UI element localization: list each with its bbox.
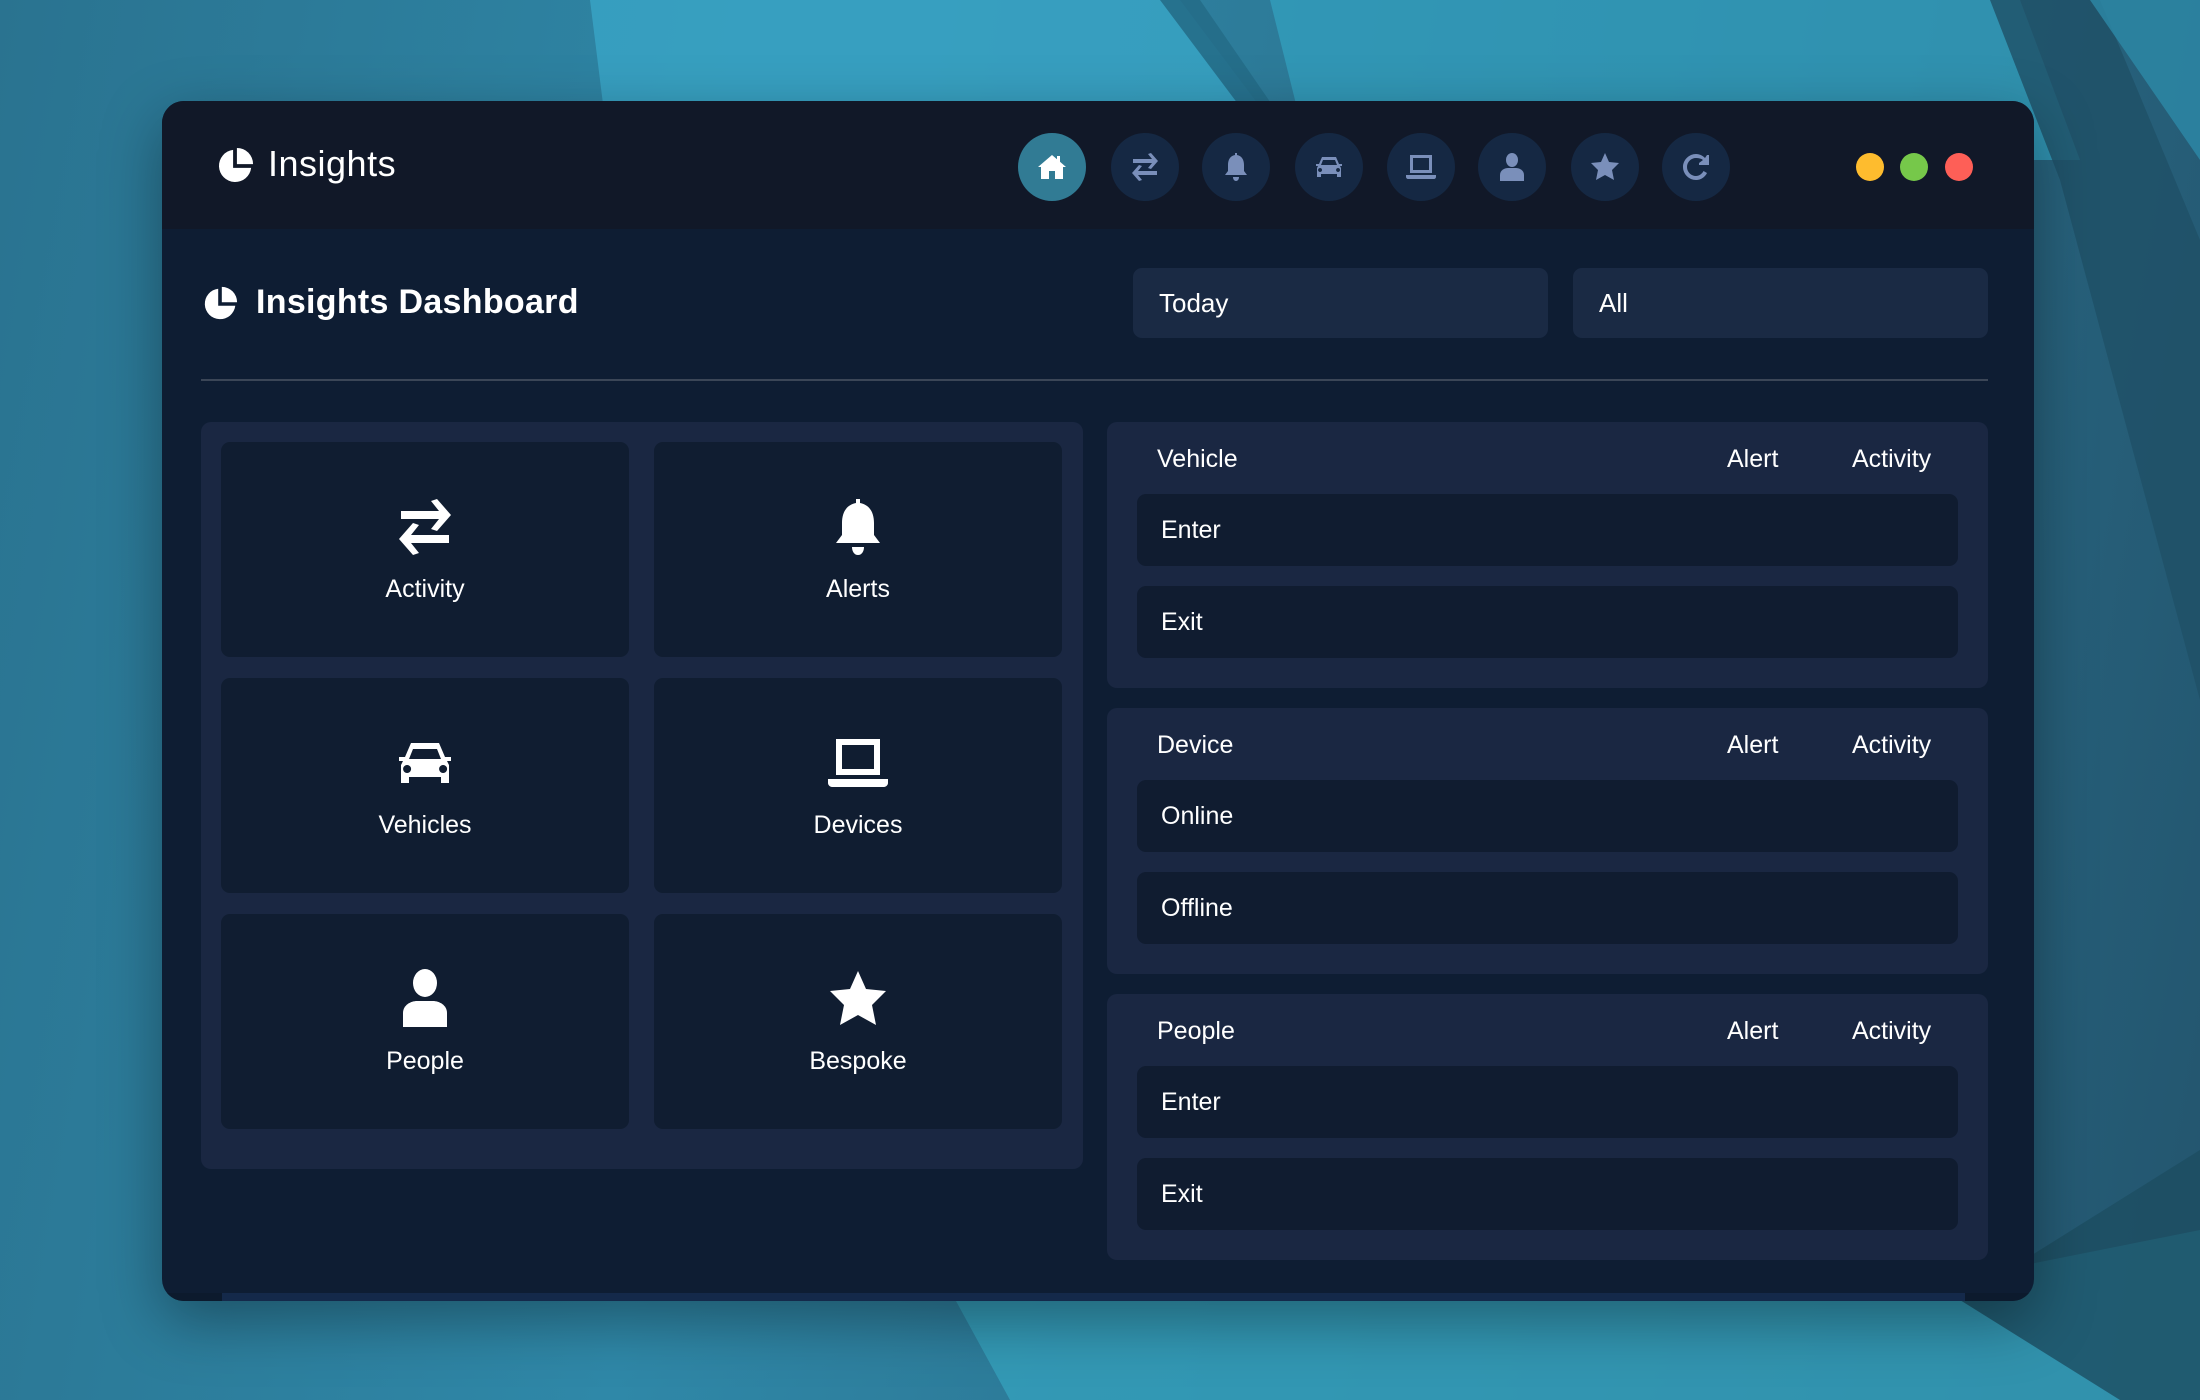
column-header-activity: Activity (1852, 731, 1932, 759)
laptop-icon (828, 739, 888, 787)
title-bar: Insights (162, 101, 2034, 229)
nav-devices-button[interactable] (1387, 133, 1455, 201)
tile-bespoke[interactable]: Bespoke (654, 914, 1062, 1129)
tile-alerts[interactable]: Alerts (654, 442, 1062, 657)
app-window: Insights Insights Dashboard Today All Ac… (162, 101, 2034, 1301)
row-label: Enter (1161, 1087, 1221, 1116)
tile-label: Vehicles (378, 811, 472, 839)
tile-label: People (386, 1047, 464, 1075)
tile-activity[interactable]: Activity (221, 442, 629, 657)
minimize-button[interactable] (1856, 153, 1884, 181)
column-header-activity: Activity (1852, 1017, 1932, 1045)
tile-label: Devices (813, 811, 903, 839)
tile-people[interactable]: People (221, 914, 629, 1129)
refresh-icon (1683, 154, 1709, 180)
people-section: People Alert Activity Enter Exit (1107, 994, 1988, 1260)
pie-chart-icon (218, 147, 254, 183)
table-row[interactable]: Enter (1137, 494, 1958, 566)
star-icon (1591, 153, 1619, 180)
exchange-arrows-icon (399, 499, 451, 555)
header-divider (201, 379, 1988, 381)
section-title: People (1157, 1017, 1235, 1045)
car-icon (1316, 157, 1342, 177)
row-label: Exit (1161, 1179, 1203, 1208)
row-label: Online (1161, 801, 1234, 830)
scope-select[interactable]: All (1573, 268, 1988, 338)
maximize-button[interactable] (1900, 153, 1928, 181)
nav-home-button[interactable] (1018, 133, 1086, 201)
table-row[interactable]: Enter (1137, 1066, 1958, 1138)
column-header-alert: Alert (1727, 445, 1779, 473)
column-header-activity: Activity (1852, 445, 1932, 473)
bell-icon (836, 499, 880, 555)
row-label: Exit (1161, 607, 1203, 636)
row-label: Enter (1161, 515, 1221, 544)
close-button[interactable] (1945, 153, 1973, 181)
tile-label: Alerts (826, 575, 890, 603)
table-row[interactable]: Exit (1137, 1158, 1958, 1230)
tile-label: Activity (385, 575, 465, 603)
category-tiles-panel: Activity Alerts Vehicles Devices People … (201, 422, 1083, 1169)
table-row[interactable]: Offline (1137, 872, 1958, 944)
home-icon (1038, 155, 1066, 179)
nav-vehicles-button[interactable] (1295, 133, 1363, 201)
exchange-arrows-icon (1132, 153, 1158, 181)
scope-select-value: All (1599, 287, 1628, 318)
column-header-alert: Alert (1727, 731, 1779, 759)
bell-icon (1225, 153, 1247, 181)
user-icon (403, 969, 447, 1027)
tile-devices[interactable]: Devices (654, 678, 1062, 893)
column-header-alert: Alert (1727, 1017, 1779, 1045)
laptop-icon (1406, 155, 1436, 179)
row-label: Offline (1161, 893, 1233, 922)
nav-refresh-button[interactable] (1662, 133, 1730, 201)
vehicle-section: Vehicle Alert Activity Enter Exit (1107, 422, 1988, 688)
user-icon (1500, 153, 1524, 181)
section-title: Vehicle (1157, 445, 1238, 473)
period-select-value: Today (1159, 287, 1229, 318)
nav-bespoke-button[interactable] (1571, 133, 1639, 201)
page-title: Insights Dashboard (256, 283, 579, 321)
table-row[interactable]: Online (1137, 780, 1958, 852)
nav-alerts-button[interactable] (1202, 133, 1270, 201)
car-icon (399, 743, 451, 783)
tile-label: Bespoke (809, 1047, 907, 1075)
device-section: Device Alert Activity Online Offline (1107, 708, 1988, 974)
horizontal-scrollbar-thumb[interactable] (222, 1293, 1965, 1301)
section-title: Device (1157, 731, 1234, 759)
app-title: Insights (268, 143, 397, 184)
nav-people-button[interactable] (1478, 133, 1546, 201)
tile-vehicles[interactable]: Vehicles (221, 678, 629, 893)
nav-activity-button[interactable] (1111, 133, 1179, 201)
period-select[interactable]: Today (1133, 268, 1548, 338)
table-row[interactable]: Exit (1137, 586, 1958, 658)
star-icon (830, 971, 886, 1025)
pie-chart-icon (204, 286, 238, 320)
